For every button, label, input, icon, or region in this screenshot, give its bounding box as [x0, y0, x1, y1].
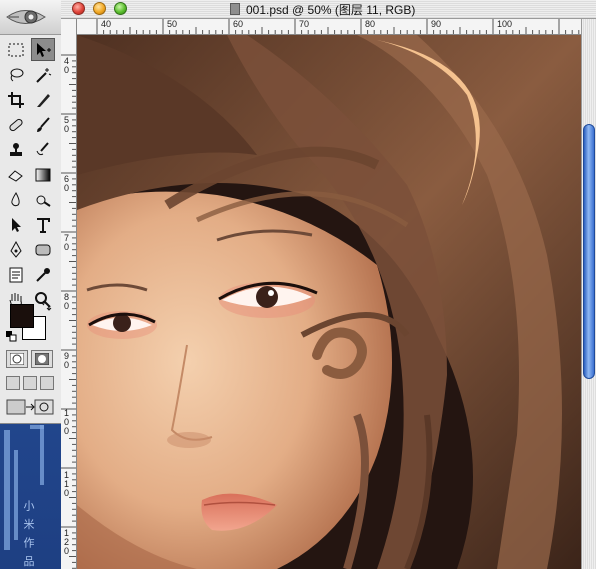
standard-mode-button[interactable] — [6, 350, 28, 368]
magic-wand-tool[interactable] — [31, 63, 55, 86]
mask-mode-buttons — [6, 350, 56, 370]
ruler-label: 40 — [101, 19, 112, 29]
slice-knife-icon — [37, 93, 50, 107]
dodge-tool[interactable] — [31, 188, 55, 211]
stamp-icon — [10, 142, 22, 156]
gradient-icon — [35, 168, 51, 181]
note-icon — [9, 267, 23, 282]
ruler-label: 60 — [233, 19, 244, 29]
water-drop-icon — [11, 191, 20, 206]
dodge-icon — [36, 195, 51, 207]
lasso-icon — [10, 68, 24, 81]
ruler-label: 70 — [63, 233, 69, 252]
path-selection-tool[interactable] — [4, 213, 28, 236]
vertical-scroll-thumb[interactable] — [583, 124, 595, 379]
rect-marquee-icon — [8, 43, 24, 56]
history-brush-icon — [36, 141, 49, 155]
slice-tool[interactable] — [31, 88, 55, 111]
ruler-label: 80 — [365, 19, 376, 29]
full-screen-menu-mode-button[interactable] — [23, 376, 37, 390]
healing-brush-tool[interactable] — [4, 113, 28, 136]
ruler-label: 40 — [63, 56, 69, 75]
document-title-bar[interactable]: 001.psd @ 50% (图层 11, RGB) — [61, 0, 596, 19]
vertical-ruler[interactable]: 40 50 60 70 80 90 100 110 120 — [61, 19, 77, 569]
full-screen-mode-button[interactable] — [40, 376, 54, 390]
eyedropper-icon — [36, 267, 50, 282]
bandage-icon — [9, 118, 23, 131]
gradient-tool[interactable] — [31, 163, 55, 186]
close-button[interactable] — [72, 2, 85, 15]
brush-icon — [37, 116, 50, 132]
vertical-scrollbar[interactable] — [581, 19, 596, 569]
toolbox-title-bar[interactable] — [0, 0, 61, 35]
ruler-label: 90 — [431, 19, 442, 29]
standard-screen-mode-button[interactable] — [6, 376, 20, 390]
clone-stamp-tool[interactable] — [4, 138, 28, 161]
toolbox-palette — [0, 0, 62, 424]
ruler-label: 50 — [63, 115, 69, 134]
color-swatches — [6, 300, 56, 345]
standard-mode-icon — [10, 353, 24, 365]
jump-to-imageready-icon[interactable] — [6, 398, 54, 416]
brush-tool[interactable] — [31, 113, 55, 136]
rounded-rect-icon — [35, 244, 51, 255]
ruler-label: 100 — [497, 19, 513, 29]
screen-mode-buttons — [6, 376, 56, 392]
ruler-label: 60 — [63, 174, 69, 193]
eyedropper-tool[interactable] — [31, 263, 55, 286]
ruler-label: 90 — [63, 351, 69, 370]
crop-tool[interactable] — [4, 88, 28, 111]
ruler-label: 80 — [63, 292, 69, 311]
quick-mask-icon — [35, 353, 49, 365]
window-title: 001.psd @ 50% (图层 11, RGB) — [246, 3, 416, 17]
move-tool[interactable] — [31, 38, 55, 61]
ruler-label: 120 — [63, 528, 69, 556]
document-window: 001.psd @ 50% (图层 11, RGB) 40 50 60 70 8… — [61, 0, 596, 569]
swap-colors-icon[interactable] — [40, 300, 52, 312]
quick-mask-button[interactable] — [31, 350, 53, 368]
minimize-button[interactable] — [93, 2, 106, 15]
foreground-color-swatch[interactable] — [10, 304, 34, 328]
default-colors-icon[interactable] — [6, 331, 17, 342]
ruler-label: 50 — [167, 19, 178, 29]
eraser-icon — [8, 169, 23, 182]
type-t-icon — [37, 217, 50, 233]
jump-to-buttons — [6, 398, 56, 418]
shape-tool[interactable] — [31, 238, 55, 261]
marquee-tool[interactable] — [4, 38, 28, 61]
watermark-glyphs: 小 米 作 品 — [22, 500, 35, 569]
history-brush-tool[interactable] — [31, 138, 55, 161]
ruler-label: 100 — [63, 408, 69, 436]
pen-nib-icon — [10, 240, 22, 258]
crop-icon — [8, 91, 24, 108]
zoom-button[interactable] — [114, 2, 127, 15]
ruler-label: 110 — [63, 470, 69, 498]
horizontal-ruler[interactable]: 40 50 60 70 80 90 100 — [77, 19, 581, 35]
blur-tool[interactable] — [4, 188, 28, 211]
path-arrow-icon — [12, 217, 21, 232]
pen-tool[interactable] — [4, 238, 28, 261]
image-canvas[interactable] — [77, 35, 581, 569]
eraser-tool[interactable] — [4, 163, 28, 186]
photoshop-eye-logo-icon[interactable] — [5, 6, 55, 28]
notes-tool[interactable] — [4, 263, 28, 286]
lasso-tool[interactable] — [4, 63, 28, 86]
magic-wand-icon — [36, 67, 52, 83]
desktop-decoration: 小 米 作 品 — [0, 420, 62, 569]
illustration-portrait — [77, 35, 581, 569]
ruler-label: 70 — [299, 19, 310, 29]
move-arrow-icon — [37, 42, 51, 57]
type-tool[interactable] — [31, 213, 55, 236]
document-proxy-icon[interactable] — [230, 3, 240, 15]
